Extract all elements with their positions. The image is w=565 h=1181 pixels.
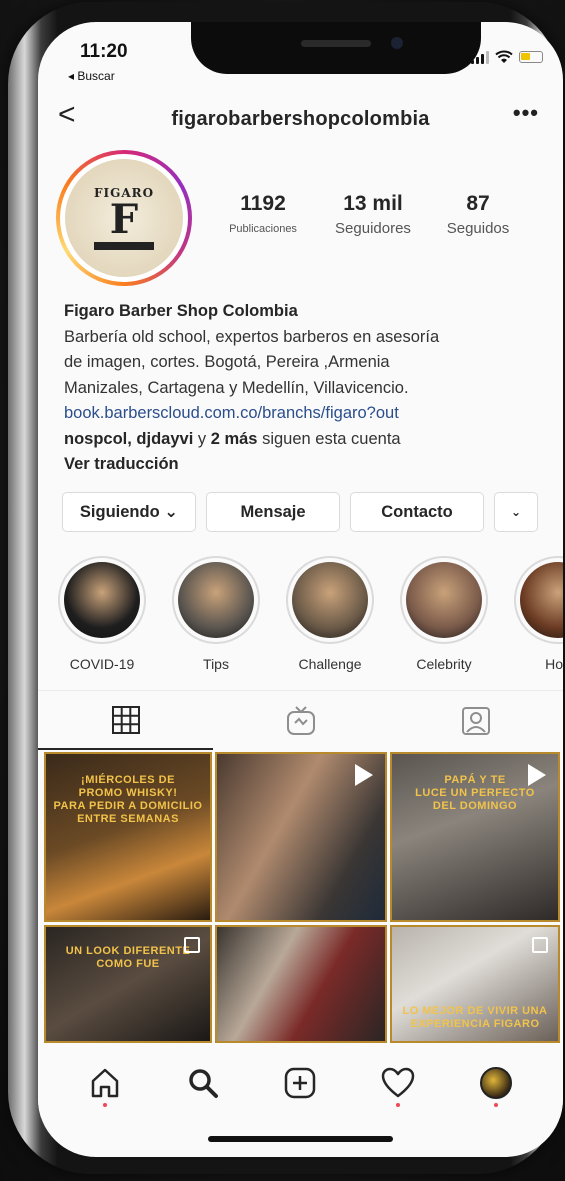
post-thumbnail[interactable]: UN LOOK DIFERENTE COMO FUE bbox=[44, 925, 212, 1043]
notification-dot bbox=[396, 1103, 401, 1107]
profile-header: < figarobarbershopcolombia ••• bbox=[38, 94, 563, 144]
figaro-logo: FIGARO F bbox=[65, 159, 183, 277]
story-highlight[interactable]: Challenge bbox=[286, 556, 374, 672]
video-play-icon bbox=[355, 764, 373, 786]
stat-posts[interactable]: 1192 Publicaciones bbox=[208, 192, 318, 237]
contact-button[interactable]: Contacto bbox=[350, 492, 484, 532]
post-overlay-text: LO MEJOR DE VIVIR UNA EXPERIENCIA FIGARO bbox=[402, 1005, 548, 1030]
profile-avatar-small bbox=[480, 1067, 513, 1099]
nav-activity[interactable] bbox=[368, 1053, 428, 1113]
profile-avatar[interactable]: FIGARO F bbox=[56, 150, 192, 286]
notification-dot bbox=[494, 1103, 499, 1107]
post-thumbnail[interactable]: LO MEJOR DE VIVIR UNA EXPERIENCIA FIGARO bbox=[390, 925, 560, 1043]
more-options-icon[interactable]: ••• bbox=[513, 100, 539, 126]
home-icon bbox=[91, 1068, 119, 1098]
see-translation-link[interactable]: Ver traducción bbox=[64, 452, 544, 478]
tagged-icon bbox=[461, 706, 490, 735]
search-icon bbox=[188, 1069, 218, 1098]
wifi-icon bbox=[495, 50, 513, 63]
phone-frame: 11:20 ◂ Buscar < figarobarbershopcolombi… bbox=[8, 2, 563, 1174]
suggested-accounts-button[interactable]: ⌄ bbox=[494, 492, 538, 532]
story-highlight[interactable]: Celebrity bbox=[400, 556, 488, 672]
story-highlight[interactable]: Tips bbox=[172, 556, 260, 672]
notification-dot bbox=[102, 1103, 107, 1107]
profile-tabs bbox=[38, 690, 563, 750]
post-thumbnail[interactable]: PAPÁ Y TE LUCE UN PERFECTO DEL DOMINGO bbox=[390, 752, 560, 922]
highlight-label: Challenge bbox=[298, 656, 362, 672]
highlight-image bbox=[178, 562, 254, 638]
post-thumbnail[interactable]: ¡MIÉRCOLES DE PROMO WHISKY! PARA PEDIR A… bbox=[44, 752, 212, 922]
highlight-image bbox=[292, 562, 368, 638]
highlight-label: Celebrity bbox=[416, 656, 472, 672]
display-name: Figaro Barber Shop Colombia bbox=[64, 302, 298, 320]
nav-search[interactable] bbox=[173, 1053, 233, 1113]
highlight-cover bbox=[286, 556, 374, 644]
bio-line: de imagen, cortes. Bogotá, Pereira ,Arme… bbox=[64, 353, 390, 371]
profile-username: figarobarbershopcolombia bbox=[171, 108, 430, 130]
highlight-label: Tips bbox=[203, 656, 229, 672]
video-play-icon bbox=[528, 764, 546, 786]
bio-line: Barbería old school, expertos barberos e… bbox=[64, 327, 440, 346]
bio-link[interactable]: book.barberscloud.com.co/branchs/figaro?… bbox=[64, 401, 544, 427]
profile-stats: 1192 Publicaciones 13 mil Seguidores 87 … bbox=[208, 192, 528, 237]
status-back-to-app[interactable]: ◂ Buscar bbox=[68, 69, 115, 83]
tab-grid[interactable] bbox=[38, 691, 213, 750]
highlight-image bbox=[64, 562, 140, 638]
story-highlight[interactable]: Hon bbox=[514, 556, 563, 672]
followed-by[interactable]: nospcol, djdayvi y 2 más siguen esta cue… bbox=[64, 427, 544, 453]
highlight-image bbox=[520, 562, 563, 638]
post-thumbnail[interactable] bbox=[215, 925, 387, 1043]
nav-home[interactable] bbox=[75, 1053, 135, 1113]
highlight-label: Hon bbox=[545, 656, 563, 672]
post-overlay-text: ¡MIÉRCOLES DE PROMO WHISKY! PARA PEDIR A… bbox=[53, 774, 203, 825]
bottom-tab-bar bbox=[38, 1048, 563, 1118]
tab-igtv[interactable] bbox=[213, 691, 388, 750]
battery-icon bbox=[519, 51, 543, 63]
nav-profile[interactable] bbox=[466, 1053, 526, 1113]
front-camera bbox=[391, 37, 403, 49]
following-button[interactable]: Siguiendo ⌄ bbox=[62, 492, 196, 532]
nav-add-post[interactable] bbox=[270, 1053, 330, 1113]
highlight-image bbox=[406, 562, 482, 638]
home-indicator bbox=[208, 1136, 393, 1142]
post-grid: ¡MIÉRCOLES DE PROMO WHISKY! PARA PEDIR A… bbox=[44, 752, 563, 1043]
tab-tagged[interactable] bbox=[388, 691, 563, 750]
stat-following[interactable]: 87 Seguidos bbox=[428, 192, 528, 237]
heart-icon bbox=[382, 1067, 415, 1098]
status-icons bbox=[471, 50, 543, 64]
grid-icon bbox=[111, 705, 140, 734]
story-highlights: COVID-19 Tips Challenge Celebrity Hon bbox=[58, 556, 563, 672]
highlight-cover bbox=[172, 556, 260, 644]
screen: 11:20 ◂ Buscar < figarobarbershopcolombi… bbox=[38, 22, 563, 1157]
profile-bio: Figaro Barber Shop Colombia Barbería old… bbox=[64, 299, 544, 478]
highlight-cover bbox=[514, 556, 563, 644]
highlight-cover bbox=[400, 556, 488, 644]
status-time: 11:20 bbox=[80, 41, 128, 62]
carousel-icon bbox=[532, 937, 548, 953]
profile-actions: Siguiendo ⌄ Mensaje Contacto ⌄ bbox=[62, 492, 538, 532]
stat-followers[interactable]: 13 mil Seguidores bbox=[318, 192, 428, 237]
bio-line: Manizales, Cartagena y Medellín, Villavi… bbox=[64, 378, 409, 397]
carousel-icon bbox=[184, 937, 200, 953]
speaker-grille bbox=[301, 40, 371, 47]
story-highlight[interactable]: COVID-19 bbox=[58, 556, 146, 672]
igtv-icon bbox=[286, 705, 315, 735]
add-post-icon bbox=[285, 1067, 316, 1099]
post-thumbnail[interactable] bbox=[215, 752, 387, 922]
message-button[interactable]: Mensaje bbox=[206, 492, 340, 532]
notch bbox=[191, 22, 481, 74]
highlight-label: COVID-19 bbox=[69, 656, 135, 672]
highlight-cover bbox=[58, 556, 146, 644]
